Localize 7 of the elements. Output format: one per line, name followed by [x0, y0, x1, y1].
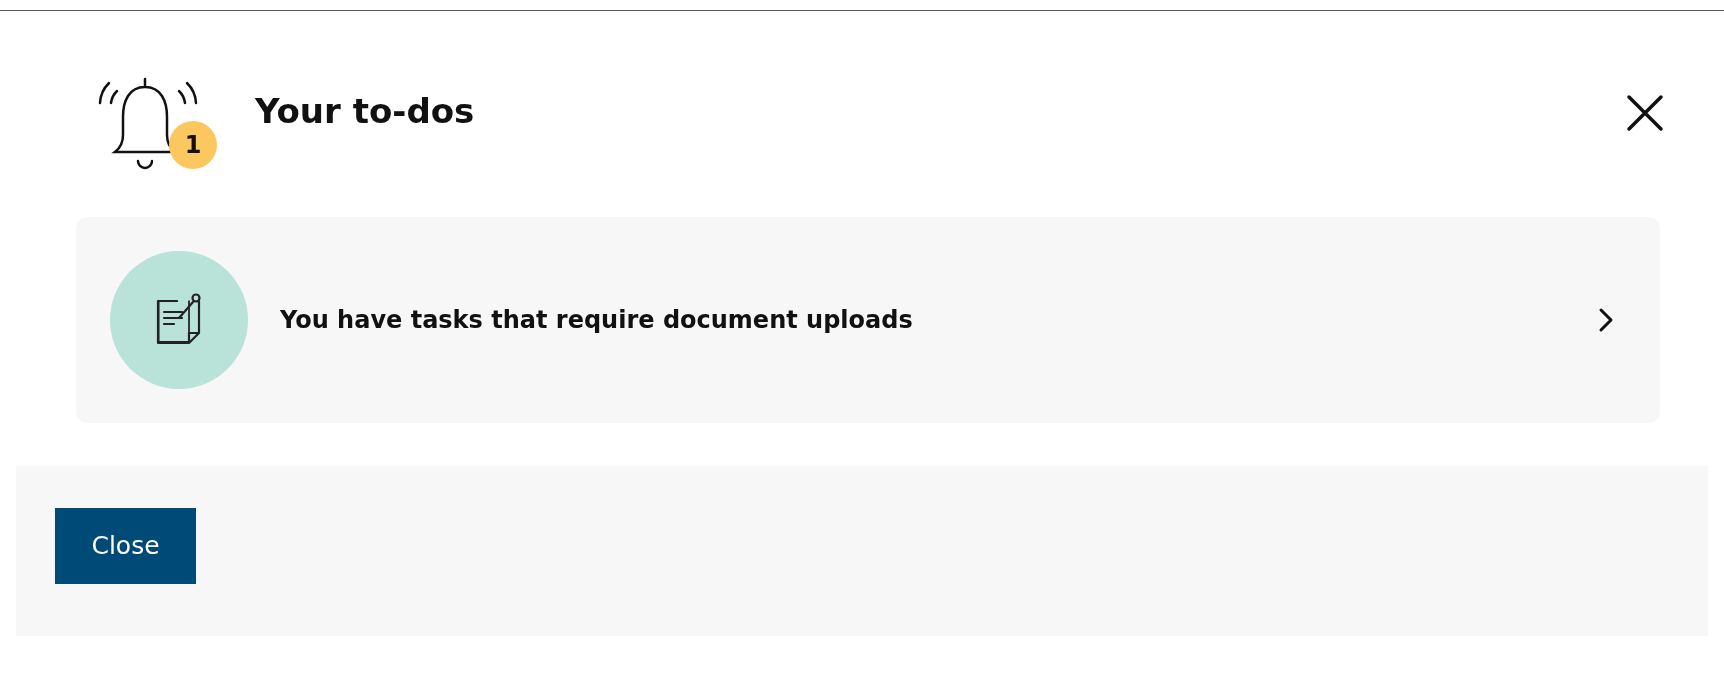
close-icon[interactable]: [1625, 93, 1665, 133]
notification-badge: 1: [169, 121, 217, 169]
close-button[interactable]: Close: [55, 508, 196, 584]
task-text: You have tasks that require document uploads: [280, 305, 913, 336]
task-card[interactable]: You have tasks that require document uploads: [76, 217, 1660, 423]
dialog-title: Your to-dos: [255, 90, 475, 132]
chevron-icon: [1598, 307, 1614, 333]
